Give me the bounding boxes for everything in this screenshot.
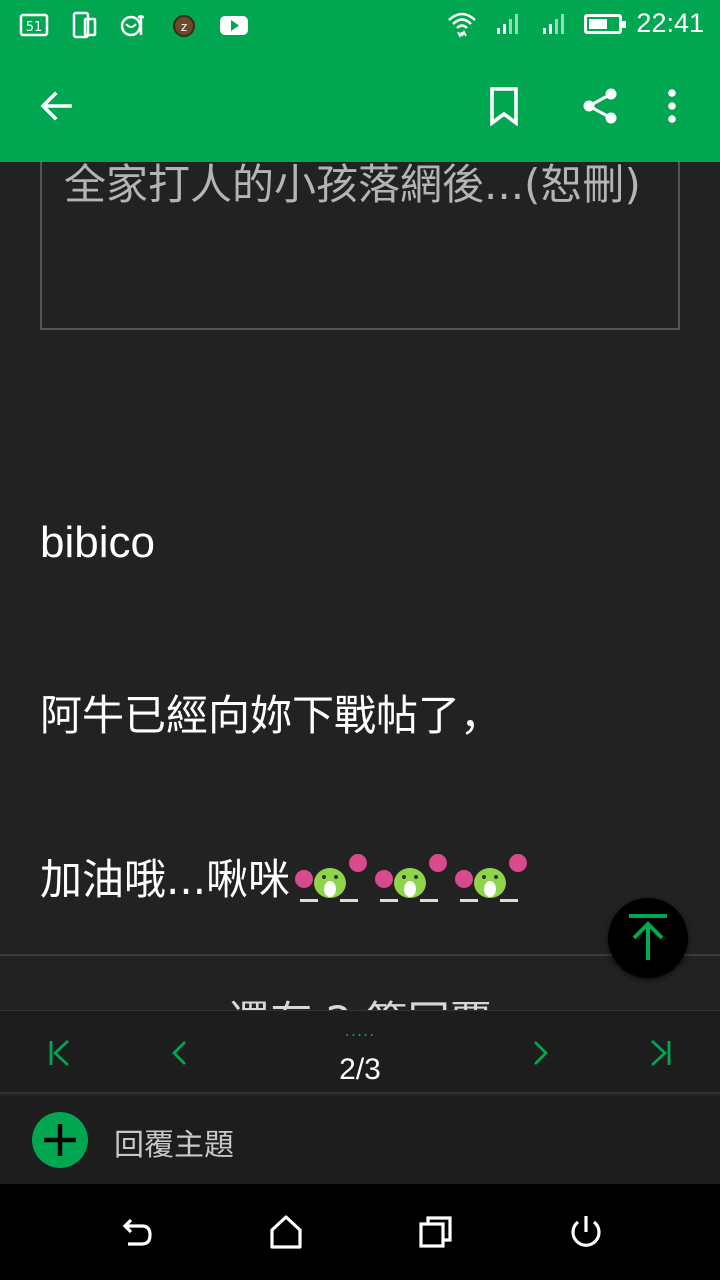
quote-text: 全家打人的小孩落網後...(恕刪) bbox=[64, 162, 641, 209]
post-content[interactable]: 全家打人的小孩落網後...(恕刪) bibico 阿牛已經向妳下戰帖了， 加油哦… bbox=[0, 162, 720, 1010]
status-bar: 51 z 22:41 bbox=[0, 0, 720, 50]
pagination-bar: ..... 2/3 bbox=[0, 1010, 720, 1094]
battery-icon bbox=[584, 13, 627, 34]
home-nav-button[interactable] bbox=[262, 1208, 310, 1256]
power-icon bbox=[571, 1216, 601, 1247]
last-page-icon bbox=[651, 1039, 671, 1067]
app-toolbar bbox=[0, 50, 720, 162]
alarm-icon: z bbox=[168, 10, 200, 40]
chevron-right-icon bbox=[534, 1041, 548, 1065]
post-text: 加油哦...啾咪 bbox=[40, 855, 291, 904]
system-status: 22:41 bbox=[446, 8, 704, 39]
svg-text:51: 51 bbox=[26, 20, 43, 35]
more-options-button[interactable] bbox=[644, 78, 700, 134]
recents-icon bbox=[419, 1216, 452, 1248]
plus-icon bbox=[44, 1124, 76, 1156]
signal-1-icon bbox=[492, 9, 524, 39]
chevron-left-icon bbox=[172, 1041, 186, 1065]
last-page-button[interactable] bbox=[636, 1029, 684, 1077]
home-icon bbox=[270, 1215, 302, 1249]
qr-icon: 51 bbox=[18, 10, 50, 40]
quote-block: 全家打人的小孩落網後...(恕刪) bbox=[40, 162, 680, 330]
bookmark-icon bbox=[490, 87, 518, 126]
kiss-emoji-icon bbox=[295, 853, 368, 902]
next-page-button[interactable] bbox=[516, 1029, 564, 1077]
signal-2-icon bbox=[538, 9, 570, 39]
share-icon bbox=[583, 88, 617, 124]
reply-bar: 回覆主題 bbox=[0, 1096, 720, 1184]
add-reply-button[interactable] bbox=[32, 1112, 88, 1168]
battery-level bbox=[589, 18, 608, 29]
first-page-button[interactable] bbox=[36, 1029, 84, 1077]
back-icon bbox=[122, 1218, 152, 1246]
back-button[interactable] bbox=[28, 78, 84, 134]
status-time: 22:41 bbox=[636, 8, 704, 38]
first-page-icon bbox=[49, 1039, 69, 1067]
arrow-up-to-top-icon bbox=[629, 914, 667, 960]
arrow-left-icon bbox=[40, 91, 72, 121]
wifi-icon bbox=[446, 9, 478, 39]
svg-text:z: z bbox=[181, 20, 187, 34]
kiss-emoji-icon bbox=[375, 853, 448, 902]
power-nav-button[interactable] bbox=[562, 1208, 610, 1256]
app-icon bbox=[118, 10, 150, 40]
recents-nav-button[interactable] bbox=[412, 1208, 460, 1256]
back-nav-button[interactable] bbox=[112, 1208, 160, 1256]
notification-icons: 51 z bbox=[18, 10, 250, 40]
kiss-emoji-icon bbox=[455, 853, 528, 902]
post-text-line: 阿牛已經向妳下戰帖了， bbox=[40, 691, 503, 740]
phone-icon bbox=[68, 10, 100, 40]
reply-topic-label[interactable]: 回覆主題 bbox=[114, 1120, 234, 1164]
system-nav-bar bbox=[0, 1184, 720, 1280]
post-text-line-with-emoji: 加油哦...啾咪 bbox=[40, 846, 530, 907]
page-indicator[interactable]: 2/3 bbox=[310, 1053, 410, 1087]
page-dots: ..... bbox=[344, 1021, 376, 1040]
more-vertical-icon bbox=[668, 89, 676, 123]
more-replies-link[interactable]: 還有 2 筆回覆 bbox=[0, 988, 720, 1010]
previous-page-button[interactable] bbox=[156, 1029, 204, 1077]
scroll-to-top-button[interactable] bbox=[608, 898, 688, 978]
share-button[interactable] bbox=[572, 78, 628, 134]
quoted-username: bibico bbox=[40, 518, 155, 567]
youtube-icon bbox=[218, 10, 250, 40]
bookmark-button[interactable] bbox=[476, 78, 532, 134]
emoji-group bbox=[292, 849, 530, 905]
